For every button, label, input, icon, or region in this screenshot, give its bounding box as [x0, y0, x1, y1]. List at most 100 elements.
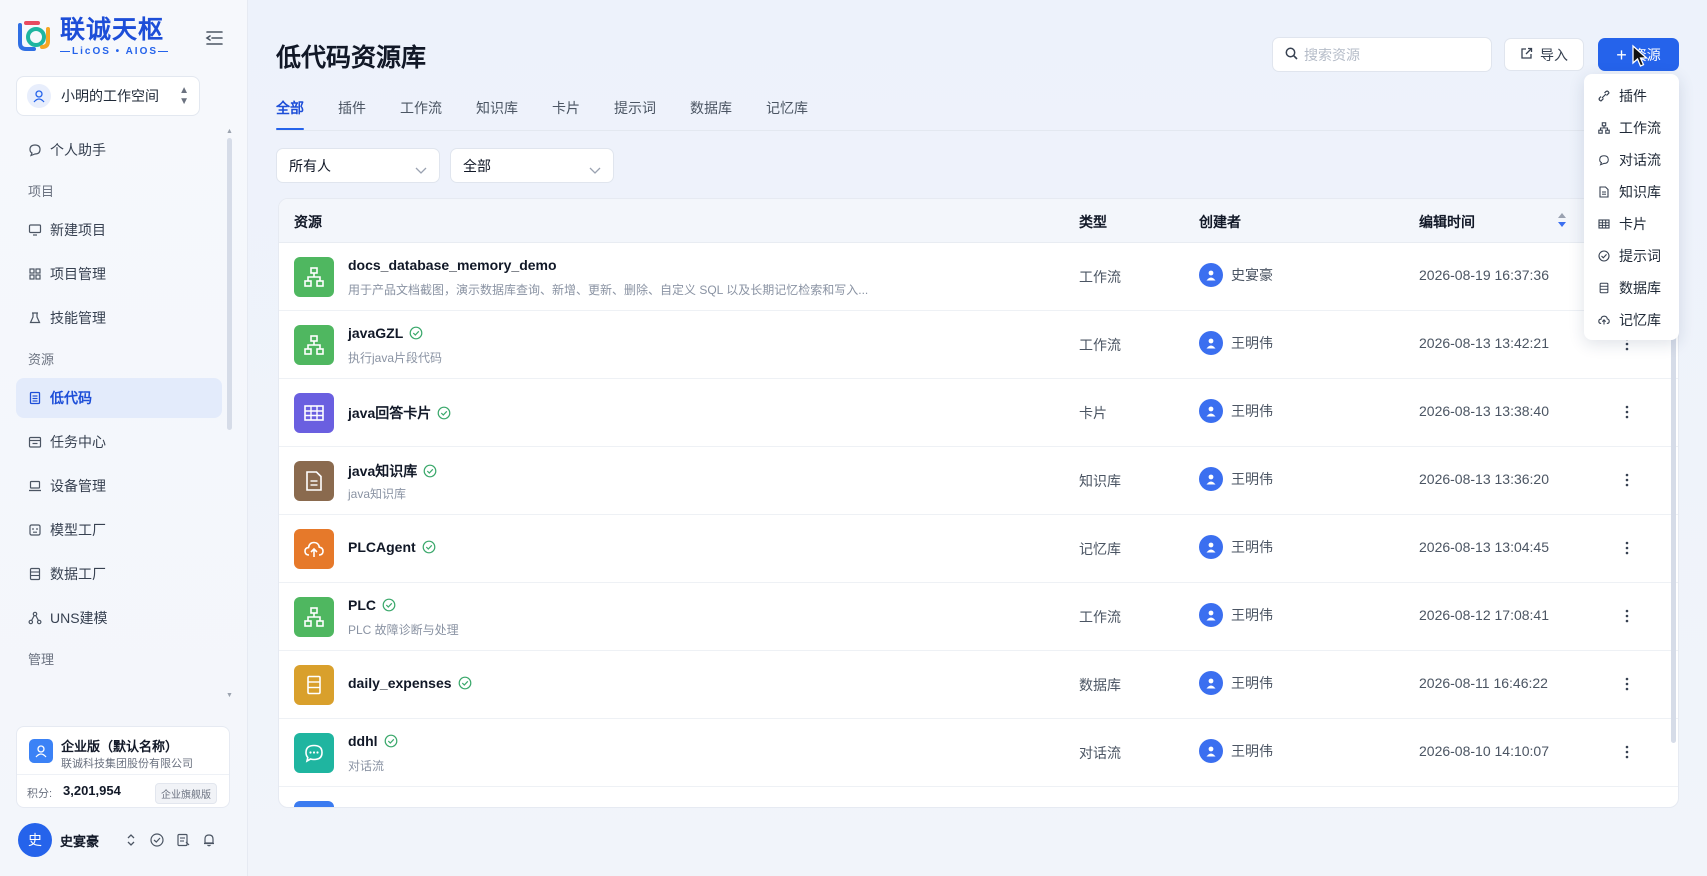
- more-options-icon[interactable]: [1619, 401, 1635, 423]
- resource-creator: 史宴豪: [1199, 263, 1273, 287]
- menu-item[interactable]: 工作流: [1584, 112, 1679, 144]
- sidebar-item[interactable]: 项目管理: [16, 254, 222, 294]
- avatar[interactable]: 史: [18, 823, 52, 857]
- more-options-icon[interactable]: [1619, 537, 1635, 559]
- check-circle-icon[interactable]: [150, 833, 164, 847]
- workflow-icon: [294, 257, 334, 297]
- resource-name[interactable]: PLC: [348, 597, 396, 613]
- workspace-switcher[interactable]: 小明的工作空间 ▲ ▼: [16, 76, 200, 116]
- sidebar-item[interactable]: 数据工厂: [16, 554, 222, 594]
- more-options-icon[interactable]: [1619, 469, 1635, 491]
- menu-item-label: 对话流: [1619, 152, 1661, 168]
- user-avatar-icon: [1199, 535, 1223, 559]
- tab[interactable]: 全部: [276, 98, 304, 130]
- sidebar-item[interactable]: 新建项目: [16, 210, 222, 250]
- switch-updown-icon[interactable]: [124, 833, 138, 847]
- search-box[interactable]: [1272, 37, 1492, 72]
- menu-item-label: 提示词: [1619, 248, 1661, 264]
- resource-name[interactable]: daily_expenses: [348, 675, 472, 691]
- sidebar-item[interactable]: 模型工厂: [16, 510, 222, 550]
- sidebar-nav: 个人助手 项目 新建项目 项目管理 技能管理 资源 低代码 任务中心 设备管理 模型工厂 数据工厂 U…: [16, 130, 222, 678]
- column-resource: 资源: [294, 214, 322, 230]
- menu-item-label: 卡片: [1619, 216, 1647, 232]
- notes-icon[interactable]: [176, 833, 190, 847]
- divider: [276, 130, 1679, 131]
- more-options-icon[interactable]: [1619, 741, 1635, 763]
- menu-item[interactable]: 记忆库: [1584, 304, 1679, 336]
- import-button[interactable]: 导入: [1504, 38, 1584, 71]
- tab[interactable]: 知识库: [476, 98, 518, 130]
- menu-item[interactable]: 插件: [1584, 80, 1679, 112]
- workspace-name: 小明的工作空间: [61, 88, 159, 104]
- table-row[interactable]: ddhl 对话流 对话流 王明伟 2026-08-10 14:10:07: [279, 719, 1678, 787]
- points-label: 积分:: [27, 788, 53, 800]
- menu-item[interactable]: 知识库: [1584, 176, 1679, 208]
- chevron-updown-icon: ▲ ▼: [179, 85, 189, 107]
- bell-icon[interactable]: [202, 833, 216, 847]
- edit-time: 2026-08-13 13:36:20: [1419, 471, 1549, 487]
- tab[interactable]: 卡片: [552, 98, 580, 130]
- tab[interactable]: 插件: [338, 98, 366, 130]
- sort-icon[interactable]: [1557, 211, 1567, 229]
- sidebar-item[interactable]: 设备管理: [16, 466, 222, 506]
- resource-name[interactable]: PLCAgent: [348, 539, 436, 555]
- table-icon: [1598, 218, 1610, 230]
- table-row[interactable]: docs_database_memory_demo 用于产品文档截图，演示数据库查…: [279, 243, 1678, 311]
- collapse-sidebar-icon[interactable]: [204, 28, 226, 48]
- status-filter-select[interactable]: 全部: [450, 148, 614, 183]
- resource-name[interactable]: java知识库: [348, 461, 437, 481]
- table-row[interactable]: 第一个插件: [279, 787, 1678, 807]
- table-row[interactable]: java知识库 java知识库 知识库 王明伟 2026-08-13 13:36:20: [279, 447, 1678, 515]
- tab[interactable]: 提示词: [614, 98, 656, 130]
- creator-name: 王明伟: [1231, 539, 1273, 555]
- owner-filter-select[interactable]: 所有人: [276, 148, 440, 183]
- sidebar-item-label: 数据工厂: [50, 566, 106, 582]
- menu-item[interactable]: 数据库: [1584, 272, 1679, 304]
- more-options-icon[interactable]: [1619, 673, 1635, 695]
- workflow-icon: [294, 325, 334, 365]
- sidebar-item-label: UNS建模: [50, 610, 108, 626]
- app-logo[interactable]: 联诚天枢 —LicOS • AIOS—: [14, 16, 170, 58]
- user-name[interactable]: 史宴豪: [60, 831, 124, 850]
- resource-name[interactable]: docs_database_memory_demo: [348, 257, 557, 273]
- user-bar: 史 史宴豪: [18, 822, 228, 858]
- sidebar-item[interactable]: 个人助手: [16, 130, 222, 170]
- sidebar-item[interactable]: 任务中心: [16, 422, 222, 462]
- resource-name-text: PLCAgent: [348, 539, 416, 555]
- more-options-icon[interactable]: [1619, 605, 1635, 627]
- table-row[interactable]: daily_expenses 数据库 王明伟 2026-08-11 16:46:22: [279, 651, 1678, 719]
- nav-section-label: 管理: [28, 652, 55, 667]
- resource-name[interactable]: java回答卡片: [348, 403, 451, 423]
- sidebar-item[interactable]: 技能管理: [16, 298, 222, 338]
- resource-type: 数据库: [1079, 677, 1121, 693]
- column-edit-time[interactable]: 编辑时间: [1419, 212, 1475, 232]
- scroll-up-icon[interactable]: ▲: [226, 128, 233, 135]
- menu-item[interactable]: 卡片: [1584, 208, 1679, 240]
- resource-name-text: daily_expenses: [348, 675, 452, 691]
- table-row[interactable]: java回答卡片 卡片 王明伟 2026-08-13 13:38:40: [279, 379, 1678, 447]
- table-row[interactable]: PLCAgent 记忆库 王明伟 2026-08-13 13:04:45: [279, 515, 1678, 583]
- workflow-icon: [294, 597, 334, 637]
- enterprise-card[interactable]: 企业版（默认名称） 联诚科技集团股份有限公司 积分: 3,201,954 企业旗…: [16, 726, 230, 808]
- resource-type: 对话流: [1079, 745, 1121, 761]
- resource-name[interactable]: javaGZL: [348, 325, 423, 341]
- sidebar-item[interactable]: UNS建模: [16, 598, 222, 638]
- search-input[interactable]: [1304, 46, 1484, 63]
- menu-item[interactable]: 提示词: [1584, 240, 1679, 272]
- resource-name[interactable]: ddhl: [348, 733, 398, 749]
- resource-name-text: ddhl: [348, 733, 378, 749]
- table-row[interactable]: PLC PLC 故障诊断与处理 工作流 王明伟 2026-08-12 17:08:41: [279, 583, 1678, 651]
- user-avatar-icon: [1199, 671, 1223, 695]
- tab[interactable]: 数据库: [690, 98, 732, 130]
- menu-item[interactable]: 对话流: [1584, 144, 1679, 176]
- table-row[interactable]: javaGZL 执行java片段代码 工作流 王明伟 2026-08-13 13:42:…: [279, 311, 1678, 379]
- scroll-down-icon[interactable]: ▼: [226, 692, 233, 699]
- sidebar-item[interactable]: 低代码: [16, 378, 222, 418]
- sidebar-scrollbar[interactable]: [227, 138, 232, 430]
- edit-time: 2026-08-13 13:04:45: [1419, 539, 1549, 555]
- sidebar: 联诚天枢 —LicOS • AIOS— 小明的工作空间 ▲ ▼ 个人助手 项目 新建项…: [0, 0, 248, 876]
- tab[interactable]: 记忆库: [766, 98, 808, 130]
- enterprise-company: 联诚科技集团股份有限公司: [61, 758, 193, 770]
- tab[interactable]: 工作流: [400, 98, 442, 130]
- chevron-down-icon: [589, 162, 601, 174]
